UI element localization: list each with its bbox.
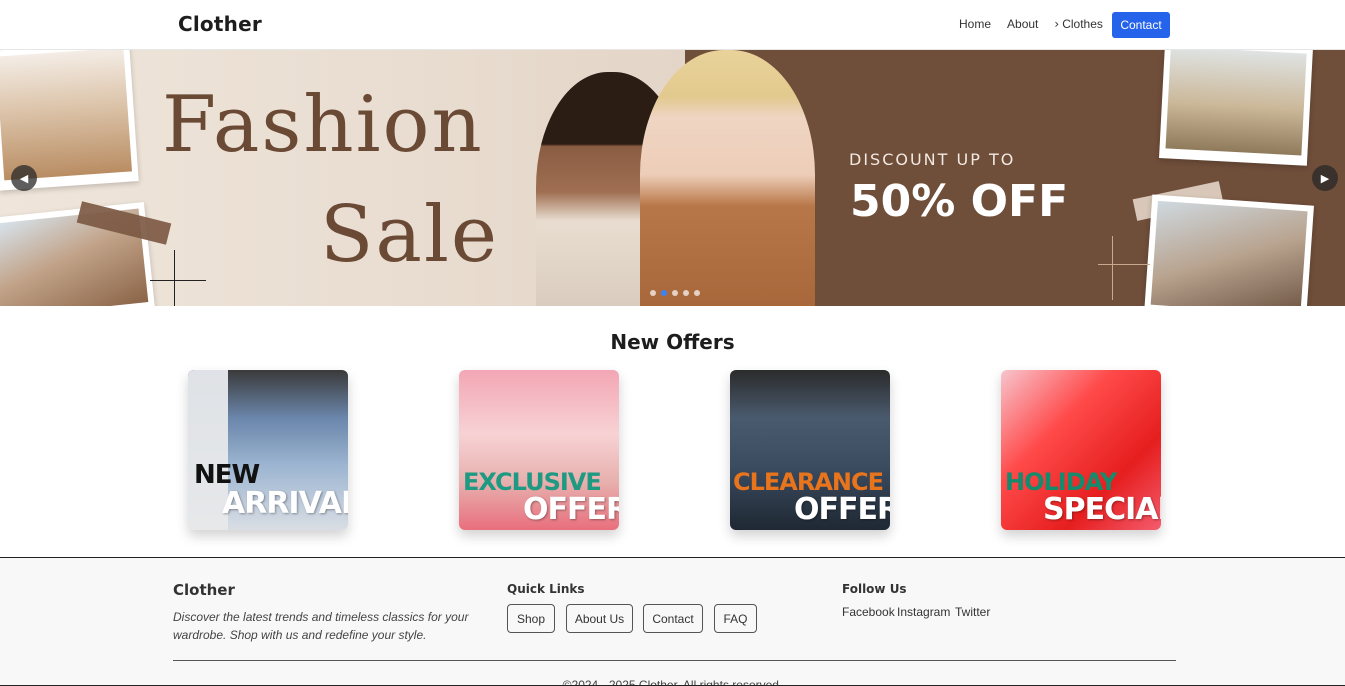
footer-link-faq[interactable]: FAQ xyxy=(714,604,757,633)
nav-home-link[interactable]: Home xyxy=(959,17,991,31)
top-navbar: Clother Home About › Clothes Contact xyxy=(0,0,1345,50)
footer-link-about-us[interactable]: About Us xyxy=(566,604,633,633)
discount-label: DISCOUNT UP TO xyxy=(849,150,1016,169)
footer-link-shop[interactable]: Shop xyxy=(507,604,555,633)
offer-line2: OFFER xyxy=(523,492,619,527)
nav-clothes-dropdown[interactable]: › Clothes xyxy=(1054,17,1103,31)
hero-carousel: Fashion Sale DISCOUNT UP TO 50% OFF ◀ ▶ xyxy=(0,50,1345,306)
chevron-right-icon: ▶ xyxy=(1320,171,1330,185)
footer-description: Discover the latest trends and timeless … xyxy=(173,610,469,642)
carousel-prev-button[interactable]: ◀ xyxy=(11,165,37,191)
contact-button[interactable]: Contact xyxy=(1112,12,1170,38)
footer-brand: Clother xyxy=(173,581,235,599)
offer-card-clearance[interactable]: CLEARANCE OFFER xyxy=(730,370,890,530)
offer-card-holiday[interactable]: HOLIDAY SPECIAL xyxy=(1001,370,1161,530)
hero-title-fashion: Fashion xyxy=(162,80,484,170)
carousel-dot[interactable] xyxy=(694,290,700,296)
brand-logo[interactable]: Clother xyxy=(178,12,262,36)
social-twitter-link[interactable]: Twitter xyxy=(955,605,990,619)
site-footer: Clother Discover the latest trends and t… xyxy=(0,557,1345,686)
social-facebook-link[interactable]: Facebook xyxy=(842,605,895,619)
cross-decoration xyxy=(150,280,206,281)
carousel-dot[interactable] xyxy=(672,290,678,296)
offer-line2: OFFER xyxy=(794,492,890,527)
follow-us-title: Follow Us xyxy=(842,582,907,596)
carousel-dot-active[interactable] xyxy=(661,290,667,296)
footer-divider xyxy=(173,660,1176,661)
cross-decoration xyxy=(1098,264,1150,265)
offer-card-exclusive[interactable]: EXCLUSIVE OFFER xyxy=(459,370,619,530)
social-instagram-link[interactable]: Instagram xyxy=(897,605,950,619)
footer-link-contact[interactable]: Contact xyxy=(643,604,703,633)
hero-photo-field-coat xyxy=(1159,50,1313,166)
new-offers-title: New Offers xyxy=(610,330,735,354)
discount-value: 50% OFF xyxy=(850,176,1069,227)
cross-decoration xyxy=(1112,236,1113,300)
nav-clothes-link[interactable]: Clothes xyxy=(1062,17,1103,31)
carousel-dot[interactable] xyxy=(683,290,689,296)
offer-line2: SPECIAL xyxy=(1043,492,1161,527)
carousel-next-button[interactable]: ▶ xyxy=(1312,165,1338,191)
offer-line2: ARRIVAL xyxy=(222,486,348,521)
hero-title-sale: Sale xyxy=(320,190,500,280)
offer-card-new-arrival[interactable]: NEW ARRIVAL xyxy=(188,370,348,530)
quick-links-title: Quick Links xyxy=(507,582,585,596)
carousel-dot[interactable] xyxy=(650,290,656,296)
hero-model-blonde xyxy=(640,50,815,306)
chevron-right-icon: › xyxy=(1054,17,1060,31)
carousel-indicators xyxy=(650,290,700,296)
nav-links: Home About › Clothes xyxy=(959,17,1120,31)
cross-decoration xyxy=(174,250,175,306)
chevron-left-icon: ◀ xyxy=(19,171,29,185)
nav-about-link[interactable]: About xyxy=(1007,17,1038,31)
hero-photo-hoodie xyxy=(1144,194,1314,306)
